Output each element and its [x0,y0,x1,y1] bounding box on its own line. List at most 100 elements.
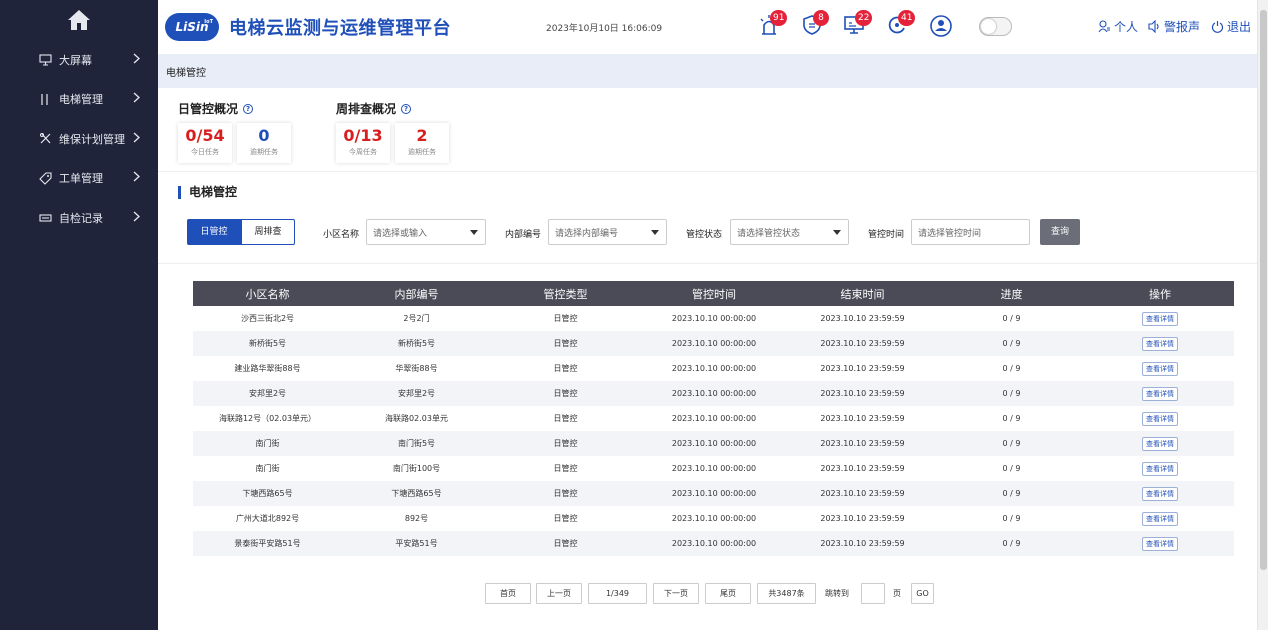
daily-summary: 日管控概况? 0/54 今日任务 0 逾期任务 [178,100,291,163]
view-details-button[interactable]: 查看详情 [1142,336,1178,351]
action-cell: 查看详情 [1086,486,1234,501]
home-button[interactable] [0,0,158,40]
cycle-button[interactable]: 41 [886,10,916,40]
sidebar-item-3[interactable]: 工单管理 [0,159,158,199]
printer-icon [38,211,52,225]
table-cell: 安邦里2号 [397,389,436,398]
help-icon[interactable]: ? [401,103,412,114]
table-cell: 平安路51号 [395,539,438,548]
sidebar-item-label: 维保计划管理 [59,132,125,146]
table-row: 沙西三街北2号 2号2门 日管控 2023.10.10 00:00:00 2023.10… [193,306,1234,331]
action-cell: 查看详情 [1086,536,1234,551]
inspection-badge: 8 [813,10,829,26]
page-indicator: 1/349 [588,583,647,604]
community-label: 小区名称 [323,230,360,240]
column-header: 小区名称 [245,287,290,301]
table-cell: 景泰街平安路51号 [234,539,301,548]
daily-today-card: 0/54 今日任务 [178,123,232,163]
table-cell: 0 / 9 [1002,364,1021,373]
daily-summary-title: 日管控概况 [178,102,239,116]
table-cell: 2023.10.10 23:59:59 [820,539,905,548]
view-details-button[interactable]: 查看详情 [1142,436,1178,451]
table-row: 海联路12号（02.03单元） 海联路02.03单元 日管控 2023.10.10 0… [193,406,1234,431]
jump-label: 跳转到 [825,589,849,598]
theme-toggle[interactable] [979,17,1012,36]
tab-weekly[interactable]: 周排查 [241,219,295,245]
action-cell: 查看详情 [1086,361,1234,376]
table-cell: 南门街5号 [397,439,436,448]
table-cell: 0 / 9 [1002,539,1021,548]
community-select[interactable]: 请选择或输入 [366,219,486,245]
chevron-right-icon [133,211,140,225]
sidebar-item-1[interactable]: 电梯管理 [0,80,158,120]
table-row: 建业路华翠街88号 华翠街88号 日管控 2023.10.10 00:00:00 202… [193,356,1234,381]
table-cell: 0 / 9 [1002,464,1021,473]
view-details-button[interactable]: 查看详情 [1142,361,1178,376]
logout-link[interactable]: 退出 [1211,18,1251,35]
tab-daily[interactable]: 日管控 [187,219,241,245]
logout-label: 退出 [1227,20,1252,34]
table-row: 广州大道北892号 892号 日管控 2023.10.10 00:00:00 2023.… [193,506,1234,531]
time-input[interactable]: 请选择管控时间 [911,219,1030,245]
go-button[interactable]: GO [911,583,934,604]
table-cell: 日管控 [553,314,578,323]
table-cell: 2023.10.10 23:59:59 [820,414,905,423]
monitor-button[interactable]: 22 [843,10,873,40]
speaker-icon [1148,20,1159,33]
caret-down-icon [833,230,841,235]
table-cell: 华翠街88号 [395,364,438,373]
first-page-button[interactable]: 首页 [485,583,531,604]
personal-label: 个人 [1114,20,1139,34]
code-select[interactable]: 请选择内部编号 [548,219,667,245]
table-cell: 下塘西路65号 [391,489,442,498]
view-details-button[interactable]: 查看详情 [1142,511,1178,526]
last-page-button[interactable]: 尾页 [705,583,751,604]
sidebar-item-4[interactable]: 自检记录 [0,198,158,238]
table-cell: 新桥街5号 [397,339,436,348]
table-cell: 0 / 9 [1002,314,1021,323]
table-cell: 0 / 9 [1002,339,1021,348]
table-cell: 2023.10.10 00:00:00 [671,389,757,398]
view-details-button[interactable]: 查看详情 [1142,411,1178,426]
table-cell: 2023.10.10 00:00:00 [671,489,757,498]
table-cell: 沙西三街北2号 [240,314,295,323]
alarm-sound-link[interactable]: 警报声 [1148,18,1200,35]
table-cell: 0 / 9 [1002,489,1021,498]
sidebar-item-0[interactable]: 大屏幕 [0,40,158,80]
column-header: 内部编号 [394,287,439,301]
table-cell: 0 / 9 [1002,414,1021,423]
table-cell: 0 / 9 [1002,439,1021,448]
view-details-button[interactable]: 查看详情 [1142,386,1178,401]
column-header: 管控类型 [543,287,588,301]
sidebar-item-label: 工单管理 [59,172,103,186]
weekly-current-label: 今周任务 [349,148,377,156]
status-select[interactable]: 请选择管控状态 [730,219,849,245]
table-cell: 0 / 9 [1002,389,1021,398]
sidebar: 大屏幕 电梯管理维保计划管理 工单管理自检记录 [0,0,158,630]
view-details-button[interactable]: 查看详情 [1142,536,1178,551]
query-button[interactable]: 查询 [1040,219,1080,245]
user-button[interactable] [929,14,955,40]
view-details-button[interactable]: 查看详情 [1142,461,1178,476]
table-cell: 日管控 [553,489,578,498]
table-cell: 2023.10.10 00:00:00 [671,414,757,423]
jump-page-input[interactable] [861,583,885,604]
inspection-button[interactable]: 8 [801,10,829,40]
scroll-thumb[interactable] [1260,10,1267,570]
power-icon [1211,21,1224,33]
personal-link[interactable]: 个人 [1098,18,1138,35]
sidebar-item-label: 自检记录 [59,211,103,225]
divider [158,263,1257,264]
column-header: 进度 [1000,287,1023,301]
view-details-button[interactable]: 查看详情 [1142,311,1178,326]
tag-icon [38,171,52,185]
prev-page-button[interactable]: 上一页 [536,583,582,604]
view-details-button[interactable]: 查看详情 [1142,486,1178,501]
weekly-overdue-label: 逾期任务 [408,148,436,156]
sidebar-item-2[interactable]: 维保计划管理 [0,119,158,159]
alarm-button[interactable]: 91 [758,10,788,40]
help-icon[interactable]: ? [243,103,254,114]
page-scrollbar[interactable] [1257,0,1268,630]
breadcrumb-current: 电梯管控 [166,67,206,79]
next-page-button[interactable]: 下一页 [653,583,699,604]
